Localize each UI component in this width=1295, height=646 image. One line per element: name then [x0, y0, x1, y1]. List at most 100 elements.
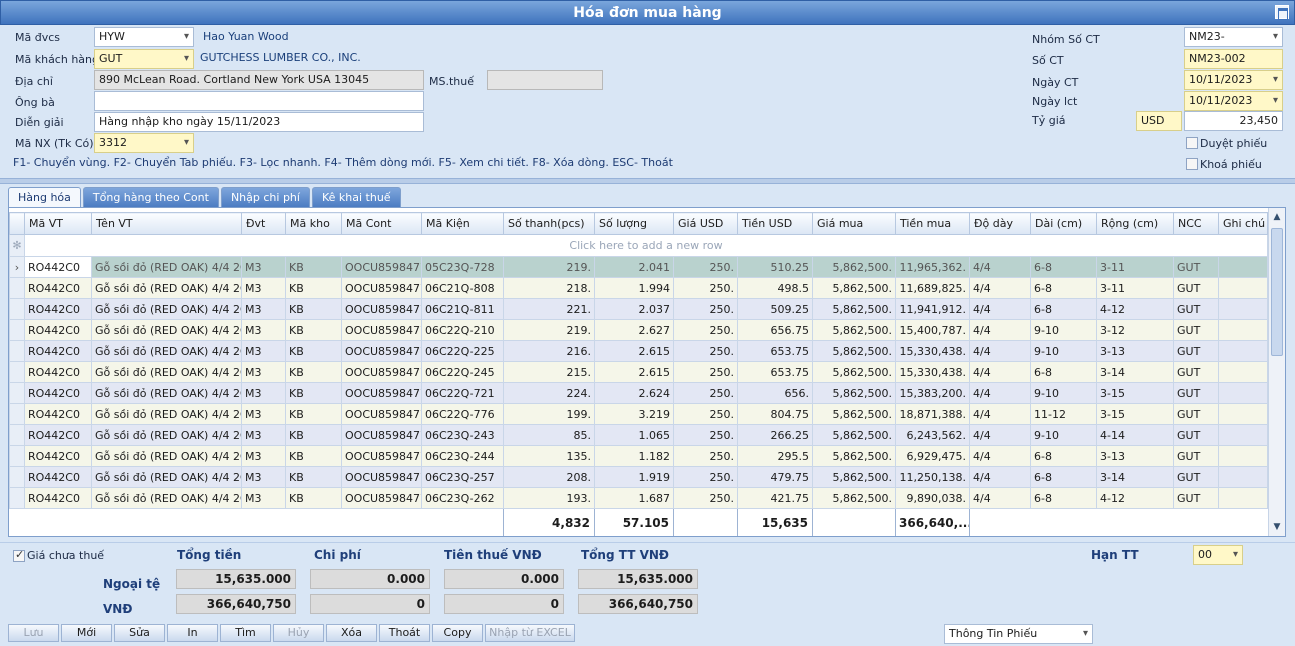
- cell-tien-usd[interactable]: 421.75: [737, 487, 813, 509]
- current-row-arrow-icon[interactable]: ›: [9, 256, 25, 278]
- cell-ncc[interactable]: GUT: [1173, 361, 1219, 383]
- cell-ma-kho[interactable]: KB: [285, 340, 342, 362]
- cell-tien-usd[interactable]: 498.5: [737, 277, 813, 299]
- row-indicator[interactable]: [9, 403, 25, 425]
- cell-tien-mua[interactable]: 18,871,388.: [895, 403, 970, 425]
- cell-ncc[interactable]: GUT: [1173, 424, 1219, 446]
- cell-tien-usd[interactable]: 656.75: [737, 319, 813, 341]
- cell-gia-usd[interactable]: 250.: [673, 466, 738, 488]
- cell-ma-kien[interactable]: 06C22Q-776: [421, 403, 504, 425]
- cell-ma-kien[interactable]: 05C23Q-728: [421, 256, 504, 278]
- table-row[interactable]: RO442C0 Gỗ sồi đỏ (RED OAK) 4/4 2C M3 KB OOC…: [9, 277, 1268, 299]
- cell-do-day[interactable]: 4/4: [969, 340, 1031, 362]
- cell-do-day[interactable]: 4/4: [969, 382, 1031, 404]
- cell-tien-mua[interactable]: 11,965,362.: [895, 256, 970, 278]
- cell-tien-usd[interactable]: 804.75: [737, 403, 813, 425]
- table-row[interactable]: RO442C0 Gỗ sồi đỏ (RED OAK) 4/4 2C M3 KB OOC…: [9, 487, 1268, 509]
- col-gia-mua[interactable]: Giá mua: [812, 212, 896, 235]
- col-rong[interactable]: Rộng (cm): [1096, 212, 1174, 235]
- table-row[interactable]: RO442C0 Gỗ sồi đỏ (RED OAK) 4/4 2C M3 KB OOC…: [9, 340, 1268, 362]
- ma-nx-select[interactable]: 3312: [94, 133, 194, 153]
- cell-tien-mua[interactable]: 11,689,825.: [895, 277, 970, 299]
- cell-ncc[interactable]: GUT: [1173, 487, 1219, 509]
- cell-ghi-chu[interactable]: [1218, 466, 1268, 488]
- cell-ghi-chu[interactable]: [1218, 298, 1268, 320]
- cell-ghi-chu[interactable]: [1218, 319, 1268, 341]
- cell-ma-kho[interactable]: KB: [285, 445, 342, 467]
- ong-ba-field[interactable]: [94, 91, 424, 111]
- cell-ma-kien[interactable]: 06C22Q-721: [421, 382, 504, 404]
- cell-gia-mua[interactable]: 5,862,500.: [812, 403, 896, 425]
- cell-do-day[interactable]: 4/4: [969, 319, 1031, 341]
- cell-do-day[interactable]: 4/4: [969, 277, 1031, 299]
- row-indicator[interactable]: [9, 466, 25, 488]
- col-ncc[interactable]: NCC: [1173, 212, 1219, 235]
- cell-rong[interactable]: 3-11: [1096, 277, 1174, 299]
- cell-tien-usd[interactable]: 266.25: [737, 424, 813, 446]
- cell-so-luong[interactable]: 2.615: [594, 361, 674, 383]
- cell-ncc[interactable]: GUT: [1173, 382, 1219, 404]
- cell-ma-vt[interactable]: RO442C0: [24, 361, 92, 383]
- table-row[interactable]: RO442C0 Gỗ sồi đỏ (RED OAK) 4/4 2C M3 KB OOC…: [9, 445, 1268, 467]
- cell-ma-kien[interactable]: 06C22Q-225: [421, 340, 504, 362]
- cell-dvt[interactable]: M3: [241, 319, 286, 341]
- col-dvt[interactable]: Đvt: [241, 212, 286, 235]
- cell-ncc[interactable]: GUT: [1173, 256, 1219, 278]
- nhom-so-ct-select[interactable]: NM23-: [1184, 27, 1283, 47]
- cell-ma-kien[interactable]: 06C21Q-811: [421, 298, 504, 320]
- cell-gia-mua[interactable]: 5,862,500.: [812, 424, 896, 446]
- cell-dai[interactable]: 6-8: [1030, 256, 1097, 278]
- cell-ma-kho[interactable]: KB: [285, 487, 342, 509]
- cell-ma-vt[interactable]: RO442C0: [24, 445, 92, 467]
- cell-so-luong[interactable]: 2.624: [594, 382, 674, 404]
- cell-ten-vt[interactable]: Gỗ sồi đỏ (RED OAK) 4/4 2C: [91, 319, 242, 341]
- cell-so-luong[interactable]: 2.615: [594, 340, 674, 362]
- cell-ma-kien[interactable]: 06C23Q-243: [421, 424, 504, 446]
- cell-tien-mua[interactable]: 11,250,138.: [895, 466, 970, 488]
- ngay-ct-picker[interactable]: 10/11/2023: [1184, 70, 1283, 90]
- row-indicator[interactable]: [9, 424, 25, 446]
- print-button[interactable]: In: [167, 624, 218, 642]
- cell-tien-usd[interactable]: 479.75: [737, 466, 813, 488]
- col-tien-usd[interactable]: Tiền USD: [737, 212, 813, 235]
- cell-do-day[interactable]: 4/4: [969, 487, 1031, 509]
- row-indicator[interactable]: [9, 277, 25, 299]
- col-ma-kho[interactable]: Mã kho: [285, 212, 342, 235]
- cell-ma-cont[interactable]: OOCU8598477: [341, 256, 422, 278]
- cell-tien-usd[interactable]: 295.5: [737, 445, 813, 467]
- cell-rong[interactable]: 3-14: [1096, 361, 1174, 383]
- cell-rong[interactable]: 4-14: [1096, 424, 1174, 446]
- cell-ma-kho[interactable]: KB: [285, 319, 342, 341]
- cell-so-thanh[interactable]: 208.: [503, 466, 595, 488]
- cell-ten-vt[interactable]: Gỗ sồi đỏ (RED OAK) 4/4 2C: [91, 403, 242, 425]
- cell-dvt[interactable]: M3: [241, 382, 286, 404]
- cell-gia-mua[interactable]: 5,862,500.: [812, 298, 896, 320]
- cell-ma-cont[interactable]: OOCU8598477: [341, 277, 422, 299]
- row-indicator[interactable]: [9, 487, 25, 509]
- cell-ten-vt[interactable]: Gỗ sồi đỏ (RED OAK) 4/4 2C: [91, 277, 242, 299]
- dia-chi-field[interactable]: 890 McLean Road. Cortland New York USA 1…: [94, 70, 424, 90]
- scroll-up-icon[interactable]: ▲: [1270, 210, 1284, 224]
- col-ma-vt[interactable]: Mã VT: [24, 212, 92, 235]
- cell-rong[interactable]: 3-13: [1096, 445, 1174, 467]
- grid-vertical-scrollbar[interactable]: ▲ ▼: [1268, 208, 1285, 536]
- cell-so-thanh[interactable]: 218.: [503, 277, 595, 299]
- col-tien-mua[interactable]: Tiền mua: [895, 212, 970, 235]
- cell-gia-mua[interactable]: 5,862,500.: [812, 277, 896, 299]
- cell-gia-usd[interactable]: 250.: [673, 487, 738, 509]
- cell-dvt[interactable]: M3: [241, 424, 286, 446]
- cell-so-thanh[interactable]: 219.: [503, 319, 595, 341]
- cell-ma-kho[interactable]: KB: [285, 256, 342, 278]
- cell-ma-cont[interactable]: OOCU8598477: [341, 319, 422, 341]
- cell-dvt[interactable]: M3: [241, 361, 286, 383]
- cell-ma-vt[interactable]: RO442C0: [24, 382, 92, 404]
- exit-button[interactable]: Thoát: [379, 624, 430, 642]
- col-ghi-chu[interactable]: Ghi chú: [1218, 212, 1268, 235]
- cell-do-day[interactable]: 4/4: [969, 403, 1031, 425]
- ngay-lct-picker[interactable]: 10/11/2023: [1184, 91, 1283, 111]
- cell-ten-vt[interactable]: Gỗ sồi đỏ (RED OAK) 4/4 2C: [91, 298, 242, 320]
- khoa-phieu-checkbox[interactable]: [1186, 158, 1198, 170]
- cell-dvt[interactable]: M3: [241, 277, 286, 299]
- cell-ghi-chu[interactable]: [1218, 277, 1268, 299]
- cell-ma-vt[interactable]: RO442C0: [24, 403, 92, 425]
